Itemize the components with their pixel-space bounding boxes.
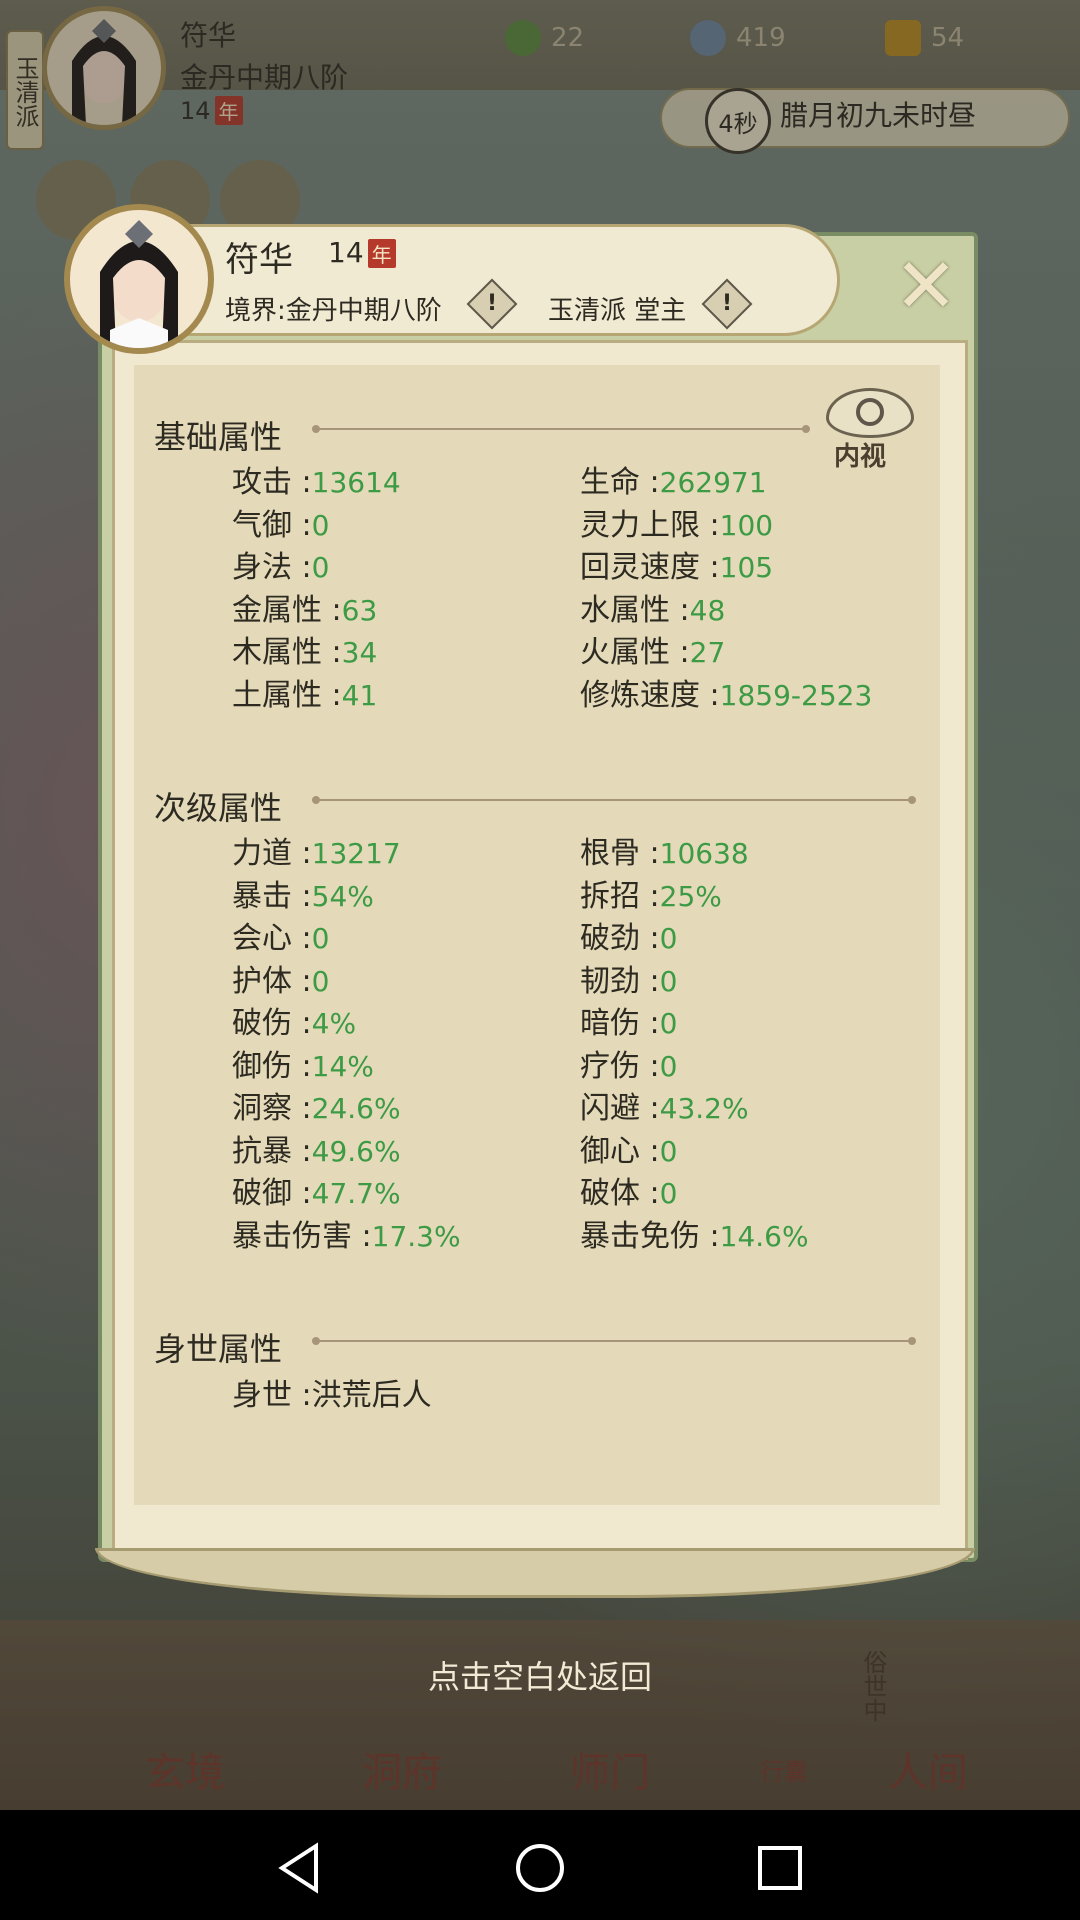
character-name: 符华	[225, 240, 293, 280]
stat-origin: 身世 :洪荒后人	[232, 1378, 432, 1413]
stat-kangbao: 抗暴 :49.6%	[232, 1134, 401, 1169]
character-sect: 玉清派 堂主	[548, 296, 687, 326]
stat-chaizhao: 拆招 :25%	[580, 879, 722, 914]
stat-qiyu: 气御 :0	[232, 508, 330, 543]
back-icon[interactable]	[272, 1840, 328, 1896]
stat-lidao: 力道 :13217	[232, 836, 401, 871]
character-realm: 境界:金丹中期八阶	[225, 296, 442, 326]
stat-dongcha: 洞察 :24.6%	[232, 1091, 401, 1126]
stat-poshang: 破伤 :4%	[232, 1006, 357, 1041]
background-attributes-title: 身世属性	[154, 1330, 283, 1368]
character-avatar	[64, 204, 214, 354]
stat-dodge: 闪避 :43.2%	[580, 1091, 749, 1126]
stat-huti: 护体 :0	[232, 964, 330, 999]
character-age: 14 年	[328, 236, 396, 269]
stat-poti: 破体 :0	[580, 1176, 678, 1211]
stat-fire: 火属性 :27	[580, 635, 726, 670]
stat-poyu: 破御 :47.7%	[232, 1176, 401, 1211]
section-divider	[312, 425, 810, 433]
secondary-attributes-title: 次级属性	[154, 789, 283, 827]
return-hint: 点击空白处返回	[427, 1658, 652, 1696]
stat-liaoshang: 疗伤 :0	[580, 1049, 678, 1084]
stat-anshang: 暗伤 :0	[580, 1006, 678, 1041]
basic-attributes-title: 基础属性	[154, 418, 283, 456]
stat-metal: 金属性 :63	[232, 593, 378, 628]
stat-attack: 攻击 :13614	[232, 465, 401, 500]
section-divider	[312, 796, 916, 804]
stat-renjin: 韧劲 :0	[580, 964, 678, 999]
stat-water: 水属性 :48	[580, 593, 726, 628]
stat-crit-damage: 暴击伤害 :17.3%	[232, 1219, 461, 1254]
close-icon[interactable]: ✕	[890, 248, 962, 324]
inner-view-button[interactable]: 内视	[826, 388, 914, 476]
recents-icon[interactable]	[752, 1840, 808, 1896]
eye-pupil	[856, 398, 884, 426]
stat-crit: 暴击 :54%	[232, 879, 374, 914]
stat-cultivation-speed: 修炼速度 :1859-2523	[580, 678, 873, 713]
stat-huixin: 会心 :0	[232, 921, 330, 956]
stat-pojin: 破劲 :0	[580, 921, 678, 956]
home-icon[interactable]	[512, 1840, 568, 1896]
stat-shenfa: 身法 :0	[232, 550, 330, 585]
stat-crit-resist: 暴击免伤 :14.6%	[580, 1219, 809, 1254]
stat-mana-max: 灵力上限 :100	[580, 508, 774, 543]
year-badge: 年	[367, 239, 396, 268]
stat-wood: 木属性 :34	[232, 635, 378, 670]
stat-mana-regen: 回灵速度 :105	[580, 550, 774, 585]
inner-view-label: 内视	[834, 442, 887, 472]
stat-yushang: 御伤 :14%	[232, 1049, 374, 1084]
stat-yuxin: 御心 :0	[580, 1134, 678, 1169]
section-divider	[312, 1337, 916, 1345]
stat-hp: 生命 :262971	[580, 465, 767, 500]
stat-earth: 土属性 :41	[232, 678, 378, 713]
stat-gengu: 根骨 :10638	[580, 836, 749, 871]
